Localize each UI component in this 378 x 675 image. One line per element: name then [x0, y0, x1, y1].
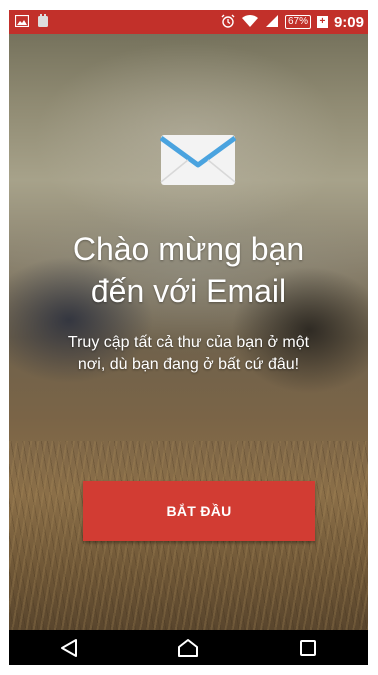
- welcome-title-line1: Chào mừng bạn: [72, 231, 305, 267]
- welcome-subtitle-line1: Truy cập tất cả thư của bạn ở một: [67, 334, 310, 351]
- battery-indicator: 67%: [284, 15, 311, 29]
- welcome-title: Chào mừng bạn đến với Email: [9, 228, 368, 312]
- image-icon: [14, 14, 30, 30]
- recents-button[interactable]: [288, 633, 328, 663]
- battery-percent: 67%: [287, 16, 308, 27]
- home-button[interactable]: [168, 633, 208, 663]
- android-debug-icon: [37, 13, 49, 31]
- device-frame: 67% + 9:09 Chào mừng bạn đến với Email T…: [0, 0, 378, 675]
- alarm-icon: [221, 14, 235, 31]
- wifi-icon: [241, 14, 259, 31]
- status-time: 9:09: [333, 13, 364, 31]
- home-icon: [178, 638, 199, 657]
- battery-charging-icon: +: [316, 16, 328, 28]
- start-button[interactable]: BẮT ĐẦU: [83, 481, 315, 541]
- signal-icon: [265, 14, 279, 31]
- status-bar: 67% + 9:09: [9, 10, 368, 34]
- back-icon: [60, 638, 77, 657]
- background-grass: [9, 441, 368, 641]
- welcome-subtitle-line2: nơi, dù bạn đang ở bất cứ đâu!: [77, 356, 300, 373]
- welcome-subtitle: Truy cập tất cả thư của bạn ở một nơi, d…: [29, 332, 348, 376]
- back-button[interactable]: [49, 633, 89, 663]
- envelope-icon: [159, 132, 237, 186]
- navigation-bar: [9, 630, 368, 665]
- recents-icon: [300, 639, 317, 656]
- welcome-title-line2: đến với Email: [90, 273, 287, 309]
- screen: 67% + 9:09 Chào mừng bạn đến với Email T…: [9, 10, 368, 665]
